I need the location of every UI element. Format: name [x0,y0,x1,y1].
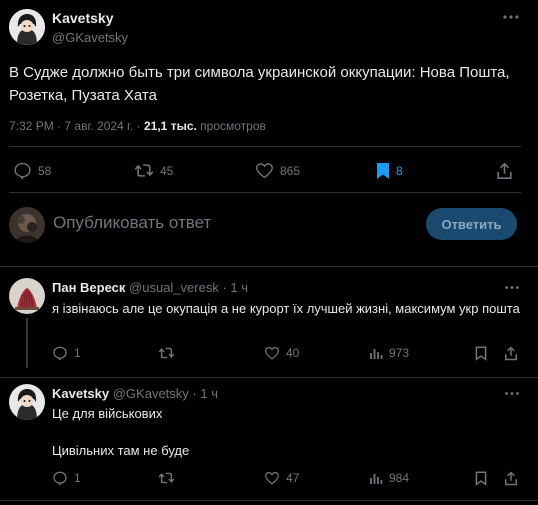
divider [0,377,538,378]
reply-icon [14,162,31,179]
more-options-icon[interactable] [504,391,520,396]
like-action[interactable]: 47 [264,471,299,485]
current-user-avatar[interactable] [9,207,45,243]
reply-submit-button[interactable]: Ответить [426,208,517,240]
retweet-count: 45 [160,163,174,178]
more-options-icon[interactable] [502,14,520,20]
tweet-meta: 7:32 PM · 7 авг. 2024 г. · 21,1 тыс. про… [9,119,266,133]
bookmark-count: 8 [396,164,403,178]
reply-icon [53,346,67,360]
meta-separator: · [57,119,62,133]
share-icon [497,162,512,180]
meta-separator: · [136,119,141,133]
reply-composer-input[interactable]: Опубликовать ответ [53,213,211,233]
reply-author-handle[interactable]: @GKavetsky [113,386,189,401]
reply-author-name[interactable]: Kavetsky [52,386,109,401]
more-options-icon[interactable] [504,285,520,290]
reply-count: 1 [74,471,81,485]
share-action[interactable] [504,471,518,486]
share-action[interactable] [504,346,518,361]
reply-count: 58 [38,163,52,178]
retweet-icon [134,164,154,177]
author-name[interactable]: Kavetsky [52,10,114,26]
reply-time[interactable]: · 1 ч [192,386,218,401]
views-label: просмотров [200,119,266,133]
reply-icon [53,471,67,485]
views-action[interactable]: 973 [369,346,409,360]
divider [0,266,538,267]
retweet-icon [158,472,175,484]
share-action[interactable] [496,162,513,180]
reply-time[interactable]: · 1 ч [222,280,248,295]
reply-author-line: Kavetsky @GKavetsky · 1 ч [52,386,218,401]
reply-count: 1 [74,346,81,360]
like-count: 47 [286,471,300,485]
reply-text-line: Це для військових [52,406,163,421]
tweet-time[interactable]: 7:32 PM [9,119,54,133]
analytics-icon [370,474,383,484]
author-avatar[interactable] [9,9,45,45]
analytics-icon [370,349,383,359]
heart-icon [256,163,273,179]
thread-line [26,318,28,368]
retweet-action[interactable] [158,346,181,360]
views-action[interactable]: 984 [369,471,409,485]
heart-icon [264,346,280,360]
bookmark-action[interactable] [475,471,487,486]
share-icon [505,346,517,361]
retweet-action[interactable]: 45 [134,162,173,179]
like-action[interactable]: 40 [264,346,299,360]
reply-author-line: Пан Вереск @usual_veresk · 1 ч [52,280,248,295]
views-count: 984 [389,471,410,485]
reply-action[interactable]: 58 [13,162,51,179]
retweet-icon [158,347,175,359]
reply-author-name[interactable]: Пан Вереск [52,280,125,295]
heart-icon [264,471,280,485]
bookmark-icon [377,163,389,179]
bookmark-action[interactable] [475,346,487,361]
divider [9,146,521,147]
reply-author-avatar[interactable] [9,278,45,314]
divider [9,192,521,193]
views-count: 973 [389,346,410,360]
reply-author-handle[interactable]: @usual_veresk [129,280,219,295]
tweet-date[interactable]: 7 авг. 2024 г. [64,119,133,133]
views-count[interactable]: 21,1 тыс. [144,119,197,133]
like-count: 40 [286,346,300,360]
bookmark-icon [475,346,487,361]
reply-text: я ізвінаюсь але це окупація а не курорт … [52,301,520,316]
retweet-action[interactable] [158,471,181,485]
divider [0,500,538,501]
author-handle[interactable]: @GKavetsky [52,30,128,45]
reply-author-avatar[interactable] [9,384,45,420]
reply-action[interactable]: 1 [52,471,81,485]
bookmark-icon [475,471,487,486]
reply-action[interactable]: 1 [52,346,81,360]
tweet-text: В Судже должно быть три символа украинск… [9,64,510,104]
bookmark-action[interactable]: 8 [376,162,403,180]
like-action[interactable]: 865 [255,162,300,179]
share-icon [505,471,517,486]
like-count: 865 [280,163,301,178]
reply-text-line: Цивільних там не буде [52,443,190,458]
